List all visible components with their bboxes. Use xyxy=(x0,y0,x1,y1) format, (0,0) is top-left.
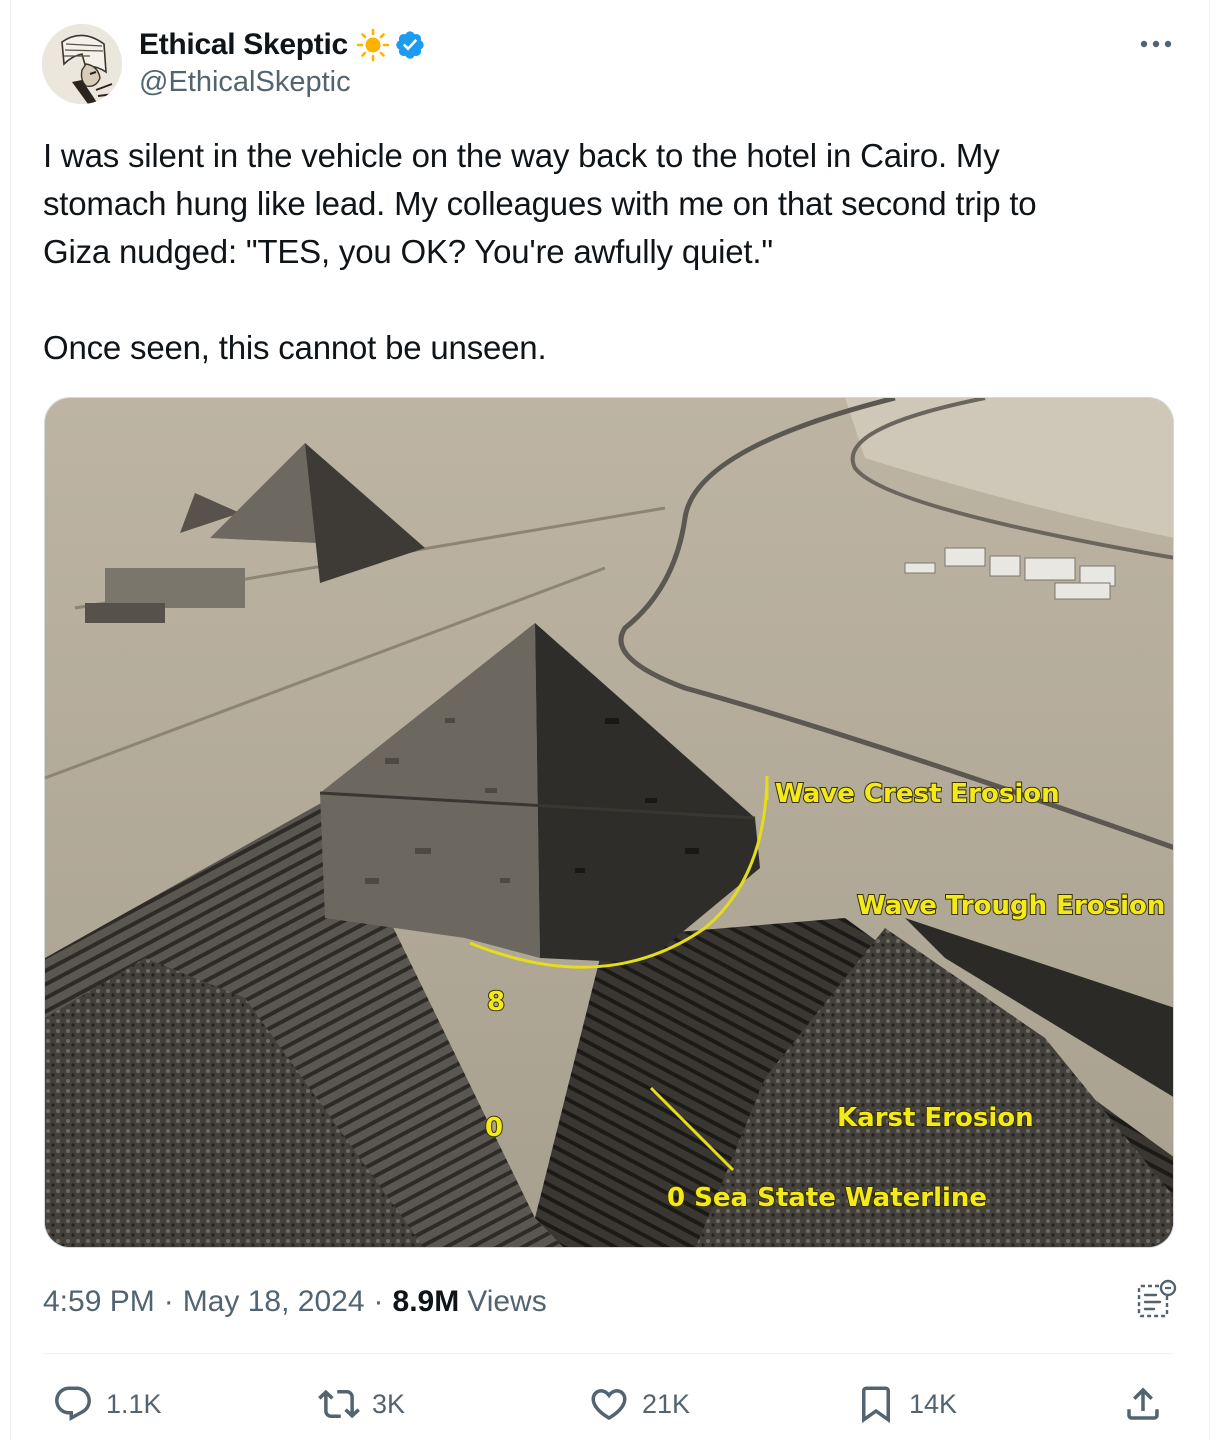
tweet-line: I was silent in the vehicle on the way b… xyxy=(43,137,1000,174)
meta-separator: · xyxy=(163,1285,174,1318)
meta-separator: · xyxy=(373,1285,384,1318)
analytics-icon[interactable] xyxy=(1134,1278,1178,1322)
views-label: Views xyxy=(467,1285,547,1318)
heart-icon xyxy=(591,1389,627,1421)
tweet-meta: 4:59 PM · May 18, 2024 · 8.9M Views xyxy=(43,1282,547,1322)
repost-button[interactable]: 3K xyxy=(318,1380,405,1428)
more-options-button[interactable] xyxy=(1130,22,1182,66)
tweet-text: I was silent in the vehicle on the way b… xyxy=(43,132,1173,372)
annotation-wave-trough: Wave Trough Erosion xyxy=(857,891,1165,921)
reply-count: 1.1K xyxy=(106,1388,162,1419)
bookmark-icon xyxy=(862,1386,890,1424)
reply-icon xyxy=(55,1386,91,1421)
repost-icon xyxy=(318,1389,360,1419)
tweet-media-image[interactable]: Wave Crest Erosion Wave Trough Erosion K… xyxy=(44,397,1174,1248)
tweet-date[interactable]: May 18, 2024 xyxy=(183,1285,365,1319)
reply-button[interactable]: 1.1K xyxy=(52,1380,162,1428)
author-avatar[interactable] xyxy=(42,24,122,104)
more-dots-icon xyxy=(1140,40,1172,48)
author-display-name[interactable]: Ethical Skeptic xyxy=(139,28,348,62)
divider xyxy=(43,1353,1173,1354)
annotation-sea-state: 0 Sea State Waterline xyxy=(667,1183,987,1213)
like-count: 21K xyxy=(642,1388,691,1419)
annotation-marker-0: 0 xyxy=(485,1113,503,1143)
tweet-line: stomach hung like lead. My colleagues wi… xyxy=(43,185,1037,222)
pharaoh-sketch-avatar-icon xyxy=(42,24,122,104)
views-count: 8.9M xyxy=(392,1285,460,1318)
author-name-row: Ethical Skeptic xyxy=(139,26,426,64)
author-handle[interactable]: @EthicalSkeptic xyxy=(139,66,351,99)
share-button[interactable] xyxy=(1122,1380,1164,1428)
tweet-line: Once seen, this cannot be unseen. xyxy=(43,329,547,366)
pyramid-photo: Wave Crest Erosion Wave Trough Erosion K… xyxy=(45,398,1173,1247)
bookmark-button[interactable]: 14K xyxy=(855,1380,957,1428)
annotation-marker-8: 8 xyxy=(487,987,505,1017)
repost-count: 3K xyxy=(372,1388,406,1419)
bookmark-count: 14K xyxy=(909,1388,958,1419)
share-icon xyxy=(1127,1387,1159,1420)
tweet-line: Giza nudged: "TES, you OK? You're awfull… xyxy=(43,233,773,270)
annotation-wave-crest: Wave Crest Erosion xyxy=(775,779,1060,809)
like-button[interactable]: 21K xyxy=(588,1380,690,1428)
sun-icon xyxy=(356,28,390,62)
tweet-time[interactable]: 4:59 PM xyxy=(43,1285,155,1319)
annotation-karst: Karst Erosion xyxy=(837,1103,1034,1133)
verified-badge-icon[interactable] xyxy=(394,29,426,61)
